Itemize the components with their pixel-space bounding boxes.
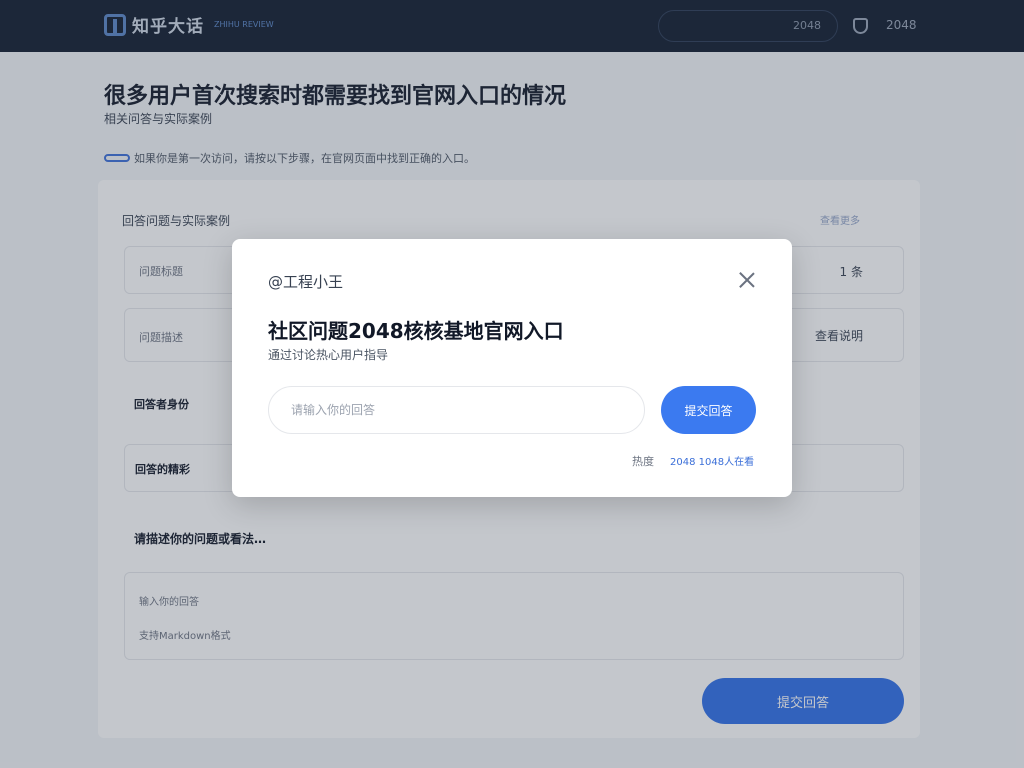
heat-value: 2048 1048人在看 [670, 457, 755, 468]
heat-label: 热度 [632, 455, 654, 468]
close-icon[interactable] [738, 271, 756, 289]
modal-author: @工程小王 [268, 273, 344, 291]
answer-input[interactable] [268, 386, 645, 434]
answer-modal: @工程小王 社区问题2048核核基地官网入口 通过讨论热心用户指导 提交回答 热… [232, 239, 792, 497]
modal-submit-button[interactable]: 提交回答 [661, 386, 756, 434]
modal-description: 通过讨论热心用户指导 [268, 348, 389, 362]
modal-title: 社区问题2048核核基地官网入口 [268, 319, 564, 343]
